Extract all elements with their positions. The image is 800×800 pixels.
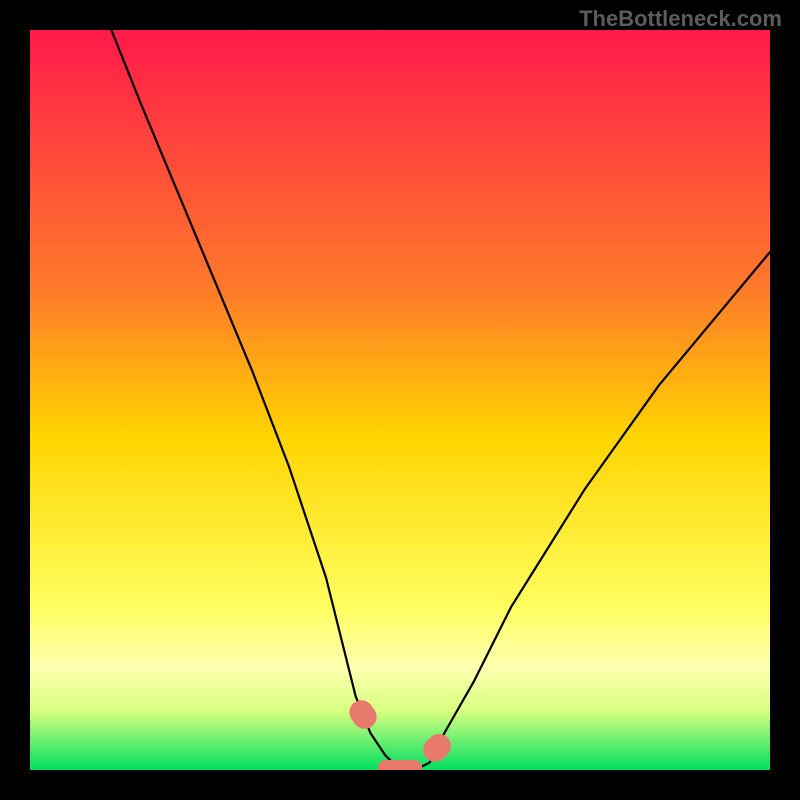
highlight-left <box>345 695 382 733</box>
chart-plot-area <box>30 30 770 770</box>
bottleneck-curve-line <box>111 30 770 770</box>
highlight-trough <box>378 760 422 770</box>
watermark-text: TheBottleneck.com <box>579 6 782 32</box>
chart-curve-layer <box>30 30 770 770</box>
highlight-markers <box>345 695 456 770</box>
highlight-right <box>418 729 456 767</box>
